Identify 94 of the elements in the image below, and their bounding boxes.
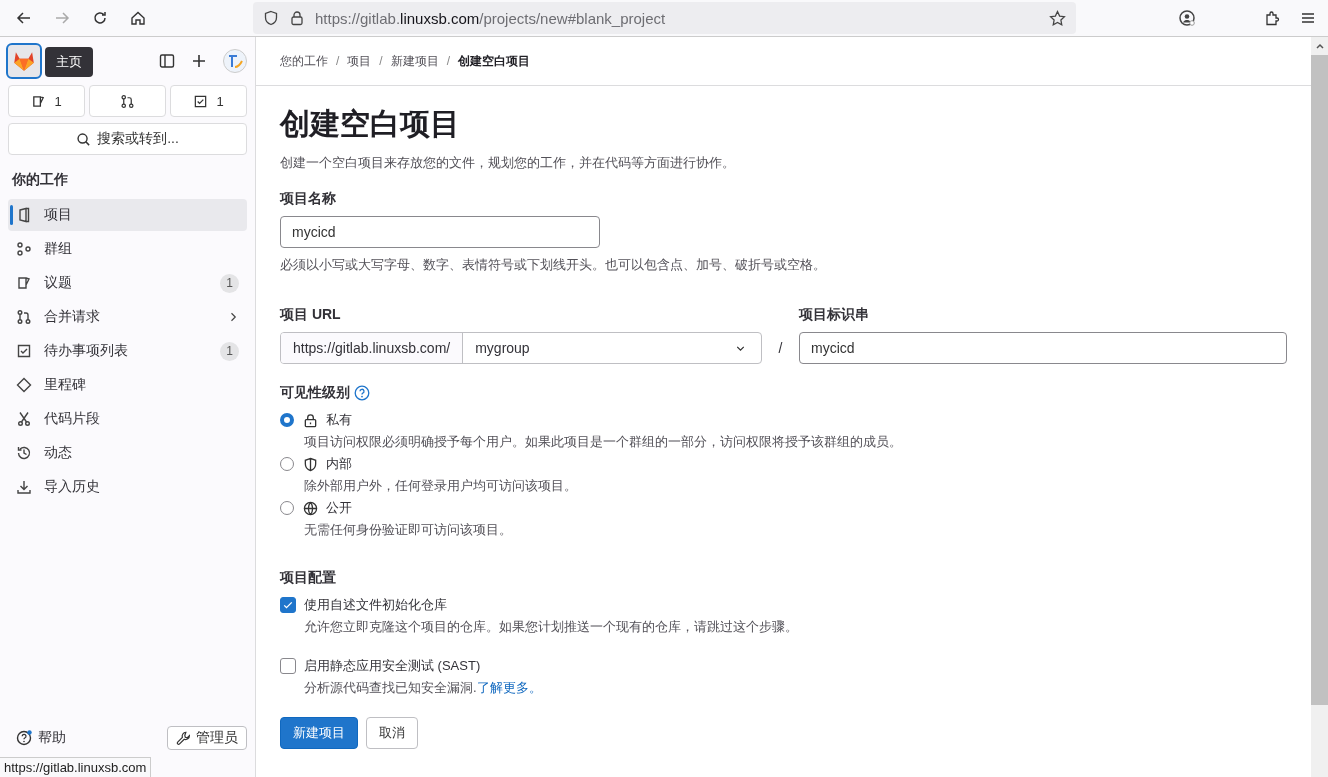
shield-icon (263, 10, 279, 26)
count-badge: 1 (220, 273, 239, 293)
learn-more-link[interactable]: 了解更多。 (476, 680, 542, 695)
section-label: 项目配置 (280, 569, 337, 587)
gitlab-logo[interactable] (6, 43, 42, 79)
nav-item[interactable]: 待办事项列表 1 (8, 335, 247, 367)
nav-item[interactable]: 议题 1 (8, 267, 247, 299)
account-icon[interactable] (1178, 9, 1196, 27)
checkbox-list-icon (193, 93, 209, 109)
reload-icon[interactable] (92, 10, 108, 26)
field-label: 项目名称 (280, 190, 337, 208)
issues-icon (31, 93, 47, 109)
project-name-input[interactable]: mycicd (280, 216, 600, 248)
menu-icon[interactable] (1300, 10, 1316, 26)
checkbox[interactable] (280, 658, 296, 674)
option-description: 允许您立即克隆这个项目的仓库。如果您计划推送一个现有的仓库，请跳过这个步骤。 (303, 618, 799, 636)
option-label: 公开 (326, 499, 352, 517)
plus-icon[interactable] (191, 53, 207, 69)
breadcrumb-separator: / (336, 54, 340, 68)
option-description: 无需任何身份验证即可访问该项目。 (303, 521, 513, 539)
todo-icon (16, 343, 32, 359)
checkmark-icon (282, 599, 294, 611)
search-button[interactable]: 搜索或转到... (8, 123, 247, 155)
radio-button[interactable] (280, 457, 294, 471)
cancel-button[interactable]: 取消 (366, 717, 418, 749)
merge-request-icon (120, 93, 135, 109)
option-description: 分析源代码查找已知安全漏洞.了解更多。 (303, 679, 543, 697)
option-label: 启用静态应用安全测试 (SAST) (304, 657, 481, 675)
home-icon[interactable] (130, 10, 146, 26)
nav-item[interactable]: 群组 (8, 233, 247, 265)
nav-item[interactable]: 代码片段 (8, 403, 247, 435)
page-description: 创建一个空白项目来存放您的文件，规划您的工作，并在代码等方面进行协作。 (280, 154, 736, 172)
todo-counter-button[interactable]: 1 (170, 85, 247, 117)
option-label: 使用自述文件初始化仓库 (304, 596, 447, 614)
help-icon (16, 730, 32, 746)
search-icon (76, 131, 92, 147)
breadcrumb-link[interactable]: 创建空白项目 (458, 52, 531, 70)
merge-icon (16, 309, 32, 325)
snippet-icon (16, 411, 32, 427)
history-icon (16, 445, 32, 461)
breadcrumb-link[interactable]: 您的工作 (280, 52, 328, 70)
admin-button[interactable]: 管理员 (167, 726, 247, 750)
tooltip: 主页 (45, 47, 93, 77)
checkbox[interactable] (280, 597, 296, 613)
status-url: https://gitlab.linuxsb.com (0, 757, 152, 777)
field-label: 可见性级别 (280, 384, 350, 402)
nav-item[interactable]: 动态 (8, 437, 247, 469)
path-separator: / (777, 339, 784, 358)
help-icon[interactable] (354, 385, 370, 401)
nav-item[interactable]: 导入历史 (8, 471, 247, 503)
globe-icon (303, 500, 318, 516)
help-link[interactable]: 帮助 (38, 729, 66, 747)
scroll-up-icon[interactable] (1314, 41, 1325, 51)
lock-icon (289, 10, 305, 26)
star-icon[interactable] (1049, 9, 1066, 27)
issues-icon (16, 275, 32, 291)
project-slug-input[interactable]: mycicd (799, 332, 1287, 364)
milestone-icon (16, 377, 32, 393)
breadcrumb-link[interactable]: 新建项目 (390, 52, 439, 70)
option-description: 项目访问权限必须明确授予每个用户。如果此项目是一个群组的一部分，访问权限将授予该群组的成员。 (303, 433, 903, 451)
option-description: 除外部用户外，任何登录用户均可访问该项目。 (303, 477, 578, 495)
nav-item[interactable]: 合并请求 (8, 301, 247, 333)
address-bar[interactable]: https://gitlab.linuxsb.com/projects/new#blank_project (253, 2, 1076, 34)
count-badge: 1 (220, 341, 239, 361)
sidebar-toggle-icon[interactable] (159, 53, 175, 69)
option-label: 内部 (326, 455, 352, 473)
group-icon (16, 241, 32, 257)
back-icon[interactable] (16, 10, 32, 26)
breadcrumb-link[interactable]: 项目 (347, 52, 372, 70)
field-label: 项目 URL (280, 306, 342, 324)
namespace-dropdown[interactable]: mygroup (463, 333, 761, 363)
page-title: 创建空白项目 (280, 106, 461, 142)
create-project-button[interactable]: 新建项目 (280, 717, 358, 749)
breadcrumb-separator: / (379, 54, 383, 68)
field-hint: 必须以小写或大写字母、数字、表情符号或下划线开头。也可以包含点、加号、破折号或空格。 (280, 256, 827, 274)
section-heading: 你的工作 (12, 171, 69, 189)
project-icon (16, 207, 32, 223)
field-label: 项目标识串 (799, 306, 870, 324)
merge-requests-button[interactable] (89, 85, 166, 117)
import-icon (16, 479, 32, 495)
option-label: 私有 (326, 411, 352, 429)
shield-icon (303, 456, 318, 472)
nav-item[interactable]: 里程碑 (8, 369, 247, 401)
avatar[interactable] (223, 49, 247, 73)
radio-button[interactable] (280, 413, 294, 427)
nav-item[interactable]: 项目 (8, 199, 247, 231)
scrollbar[interactable] (1311, 37, 1328, 777)
lock-icon (303, 412, 318, 428)
wrench-icon (176, 730, 191, 746)
breadcrumb-separator: / (446, 54, 451, 68)
puzzle-icon[interactable] (1264, 10, 1280, 26)
radio-button[interactable] (280, 501, 294, 515)
url-prefix: https://gitlab.linuxsb.com/ (281, 333, 464, 363)
issues-counter-button[interactable]: 1 (8, 85, 85, 117)
